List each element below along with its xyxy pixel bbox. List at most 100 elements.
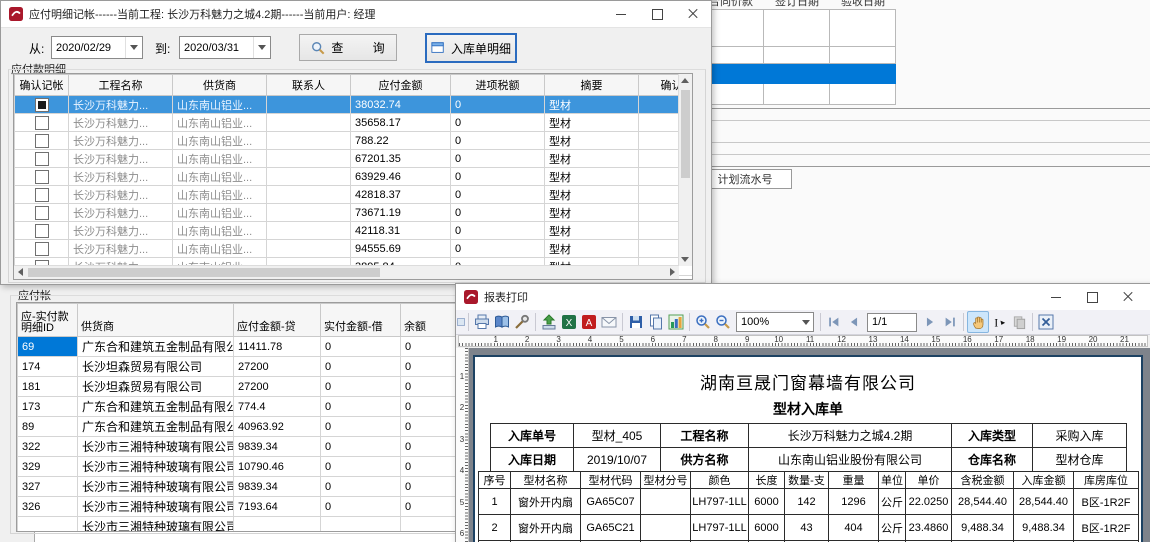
column-header-payable[interactable]: 应付金额-贷 (234, 304, 321, 337)
scroll-right-icon[interactable] (670, 268, 675, 276)
horizontal-scrollbar[interactable] (14, 265, 679, 279)
to-date-combo[interactable]: 2020/03/31 (179, 36, 271, 59)
page-number-box[interactable]: 1/1 (867, 313, 917, 332)
inbound-detail-button-label: 入库单明细 (451, 40, 511, 57)
close-button[interactable] (675, 1, 711, 27)
detail-column-header: 型材名称 (511, 472, 581, 489)
scroll-up-icon[interactable] (681, 78, 689, 83)
first-page-icon[interactable] (824, 312, 844, 332)
payable-account-row[interactable]: 89 广东合和建筑五金制品有限公司 40963.92 0 0 (18, 417, 462, 437)
from-date-combo[interactable]: 2020/02/29 (51, 36, 143, 59)
pages-icon[interactable] (646, 312, 666, 332)
zoom-combo[interactable]: 100% (736, 312, 814, 332)
title-bar[interactable]: 应付明细记帐------当前工程: 长沙万科魅力之城4.2期------当前用户… (1, 1, 711, 28)
export-pdf-icon[interactable]: A (579, 312, 599, 332)
vertical-scrollbar[interactable] (678, 74, 692, 266)
hand-tool-icon[interactable] (967, 311, 989, 333)
column-header[interactable]: 签订日期 (764, 0, 830, 9)
column-header-tax[interactable]: 进项税额 (451, 75, 545, 96)
row-checkbox[interactable] (35, 170, 49, 184)
payable-detail-row[interactable]: 长沙万科魅力... 山东南山铝业... 42118.31 0 型材 265 (15, 222, 694, 240)
payable-detail-row[interactable]: 长沙万科魅力... 山东南山铝业... 35658.17 0 型材 376 (15, 114, 694, 132)
report-page: 湖南亘晟门窗幕墙有限公司 型材入库单 入库单号 型材_405 工程名称 长沙万科… (473, 355, 1143, 542)
save-icon[interactable] (626, 312, 646, 332)
send-mail-icon[interactable] (599, 312, 619, 332)
row-checkbox[interactable] (35, 98, 49, 112)
maximize-button[interactable] (639, 1, 675, 27)
zoom-in-icon[interactable] (693, 312, 713, 332)
payable-account-row[interactable]: 173 广东合和建筑五金制品有限公司 774.4 0 0 (18, 397, 462, 417)
payable-account-row[interactable]: 322 长沙市三湘特种玻璃有限公司 9839.34 0 0 (18, 437, 462, 457)
column-header-supplier[interactable]: 供货商 (78, 304, 234, 337)
preview-icon[interactable] (457, 312, 465, 332)
copy-page-icon[interactable] (666, 312, 686, 332)
zoom-out-icon[interactable] (713, 312, 733, 332)
prev-page-icon[interactable] (844, 312, 864, 332)
print-preview-area[interactable]: 123456 湖南亘晟门窗幕墙有限公司 型材入库单 入库单号 型材_405 工程… (456, 348, 1150, 542)
column-header-supplier[interactable]: 供货商 (173, 75, 267, 96)
payable-detail-row[interactable]: 长沙万科魅力... 山东南山铝业... 73671.19 0 型材 266 (15, 204, 694, 222)
row-checkbox[interactable] (35, 188, 49, 202)
close-button[interactable] (1110, 284, 1146, 310)
table-row[interactable] (698, 84, 896, 105)
table-row[interactable] (698, 28, 896, 47)
column-header-id[interactable]: 应-实付款明细ID (18, 304, 78, 337)
next-page-icon[interactable] (920, 312, 940, 332)
options-icon[interactable] (512, 312, 532, 332)
payable-account-row[interactable]: 327 长沙市三湘特种玻璃有限公司 9839.34 0 0 (18, 477, 462, 497)
info-label: 入库类型 (952, 424, 1033, 448)
window-title: 报表打印 (484, 289, 528, 305)
payable-detail-row[interactable]: 长沙万科魅力... 山东南山铝业... 67201.35 0 型材 283 (15, 150, 694, 168)
payable-account-row[interactable]: 174 长沙坦森贸易有限公司 27200 0 0 (18, 357, 462, 377)
chevron-down-icon[interactable] (125, 37, 142, 58)
chevron-down-icon[interactable] (799, 320, 813, 325)
info-label: 工程名称 (661, 424, 749, 448)
table-row[interactable] (698, 9, 896, 29)
text-select-tool-icon[interactable]: I (989, 312, 1009, 332)
inbound-detail-button[interactable]: 入库单明细 (425, 33, 517, 63)
payable-detail-row[interactable]: 长沙万科魅力... 山东南山铝业... 94555.69 0 型材 251 (15, 240, 694, 258)
query-button[interactable]: 查 询 (299, 34, 397, 61)
column-header[interactable]: 验收日期 (830, 0, 896, 9)
minimize-button[interactable] (1038, 284, 1074, 310)
payable-account-row[interactable]: 69 广东合和建筑五金制品有限公司 11411.78 0 0 (18, 337, 462, 357)
column-header-summary[interactable]: 摘要 (545, 75, 639, 96)
payable-account-row[interactable]: 326 长沙市三湘特种玻璃有限公司 7193.64 0 0 (18, 497, 462, 517)
column-header-contact[interactable]: 联系人 (267, 75, 351, 96)
column-header-balance[interactable]: 余额 (401, 304, 462, 337)
row-checkbox[interactable] (35, 206, 49, 220)
export-excel-icon[interactable]: X (559, 312, 579, 332)
close-preview-icon[interactable] (1036, 312, 1056, 332)
payable-account-row[interactable]: 329 长沙市三湘特种玻璃有限公司 10790.46 0 0 (18, 457, 462, 477)
plan-serial-field[interactable]: 计划流水号 (698, 169, 792, 189)
column-header-confirm[interactable]: 确认记帐 (15, 75, 69, 96)
column-header-project[interactable]: 工程名称 (69, 75, 173, 96)
payable-detail-row[interactable]: 长沙万科魅力... 山东南山铝业... 42818.37 0 型材 275 (15, 186, 694, 204)
row-checkbox[interactable] (35, 224, 49, 238)
export-icon[interactable] (539, 312, 559, 332)
title-bar[interactable]: 报表打印 (456, 284, 1150, 311)
minimize-button[interactable] (603, 1, 639, 27)
payable-detail-window: 应付明细记帐------当前工程: 长沙万科魅力之城4.2期------当前用户… (0, 0, 712, 285)
table-row-selected[interactable] (698, 64, 896, 84)
print-icon[interactable] (472, 312, 492, 332)
page-setup-icon[interactable] (492, 312, 512, 332)
chevron-down-icon[interactable] (253, 37, 270, 58)
payable-detail-row[interactable]: 长沙万科魅力... 山东南山铝业... 63929.46 0 型材 276 (15, 168, 694, 186)
row-checkbox[interactable] (35, 152, 49, 166)
payable-detail-row[interactable]: 长沙万科魅力... 山东南山铝业... 38032.74 0 型材 405 (15, 96, 694, 114)
column-header-paid[interactable]: 实付金额-借 (321, 304, 401, 337)
scroll-down-icon[interactable] (681, 257, 689, 262)
payable-detail-row[interactable]: 长沙万科魅力... 山东南山铝业... 788.22 0 型材 358 (15, 132, 694, 150)
last-page-icon[interactable] (940, 312, 960, 332)
maximize-button[interactable] (1074, 284, 1110, 310)
payable-account-row[interactable]: 长沙市三湘特种玻璃有限公司 (18, 517, 462, 533)
table-row[interactable] (698, 47, 896, 64)
column-header-amount[interactable]: 应付金额 (351, 75, 451, 96)
copy-icon[interactable] (1009, 312, 1029, 332)
row-checkbox[interactable] (35, 242, 49, 256)
scroll-left-icon[interactable] (18, 268, 23, 276)
row-checkbox[interactable] (35, 116, 49, 130)
payable-account-row[interactable]: 181 长沙坦森贸易有限公司 27200 0 0 (18, 377, 462, 397)
row-checkbox[interactable] (35, 134, 49, 148)
